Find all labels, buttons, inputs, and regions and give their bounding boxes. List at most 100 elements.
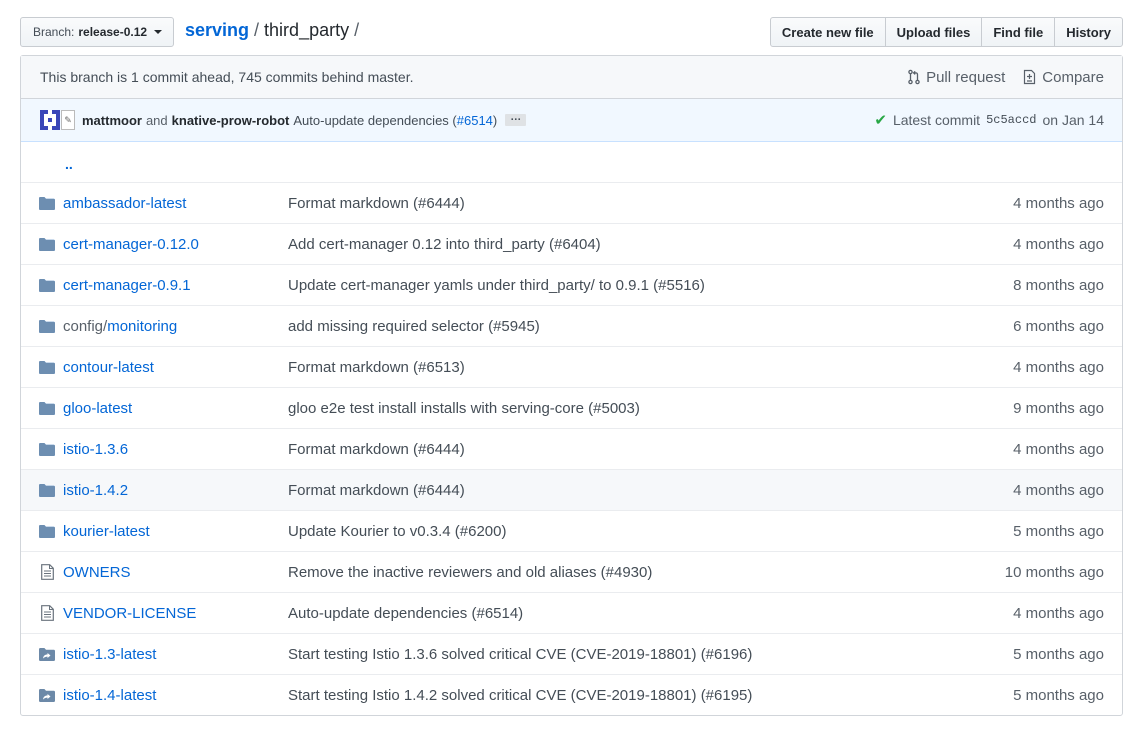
latest-commit-bar: ✎ mattmoor and knative-prow-robot Auto-u… — [21, 99, 1122, 142]
breadcrumb-repo-link[interactable]: serving — [185, 20, 249, 40]
file-commit-message-link[interactable]: Remove the inactive reviewers and old al… — [288, 564, 1005, 581]
file-name-link[interactable]: kourier-latest — [63, 523, 288, 540]
file-icon — [39, 564, 55, 580]
file-row[interactable]: cert-manager-0.9.1 Update cert-manager ya… — [21, 264, 1122, 305]
symlink-icon — [39, 688, 55, 702]
commit-avatars: ✎ — [40, 110, 75, 130]
folder-icon — [39, 483, 55, 497]
file-name-link[interactable]: istio-1.4-latest — [63, 687, 288, 704]
file-commit-message-link[interactable]: Update cert-manager yamls under third_pa… — [288, 277, 1013, 294]
file-name-text: OWNERS — [63, 563, 131, 581]
file-name-text: cert-manager-0.12.0 — [63, 235, 199, 253]
file-commit-age: 5 months ago — [1013, 522, 1104, 540]
compare-link[interactable]: Compare — [1023, 69, 1104, 86]
expand-commit-message-button[interactable]: … — [505, 112, 527, 126]
branch-prefix: Branch: — [33, 25, 75, 39]
file-row[interactable]: istio-1.4.2 Format markdown (#6444) 4 mont… — [21, 469, 1122, 510]
breadcrumb-separator: / — [254, 20, 260, 40]
commit-sha-link[interactable]: 5c5accd — [986, 113, 1036, 127]
file-commit-message-link[interactable]: Auto-update dependencies (#6514) — [288, 605, 1013, 622]
pull-request-link[interactable]: Pull request — [907, 69, 1005, 86]
file-listing-panel: This branch is 1 commit ahead, 745 commi… — [20, 55, 1123, 716]
file-commit-message-link[interactable]: Format markdown (#6444) — [288, 441, 1013, 458]
branch-name: release-0.12 — [78, 25, 148, 39]
file-name-link[interactable]: contour-latest — [63, 359, 288, 376]
file-row[interactable]: istio-1.4-latest Start testing Istio 1.4.… — [21, 674, 1122, 715]
check-icon: ✔ — [874, 112, 887, 129]
file-commit-message-link[interactable]: Start testing Istio 1.4.2 solved critica… — [288, 687, 1013, 704]
caret-down-icon — [154, 30, 163, 34]
file-row[interactable]: istio-1.3.6 Format markdown (#6444) 4 mont… — [21, 428, 1122, 469]
file-commit-age: 9 months ago — [1013, 399, 1104, 417]
file-list: ambassador-latest Format markdown (#6444)… — [21, 182, 1122, 715]
file-name-link[interactable]: istio-1.3.6 — [63, 441, 288, 458]
file-commit-age: 4 months ago — [1013, 235, 1104, 253]
file-name-text: istio-1.3.6 — [63, 440, 129, 458]
file-name-link[interactable]: istio-1.3-latest — [63, 646, 288, 663]
breadcrumb-separator: / — [354, 20, 360, 40]
file-name-link[interactable]: ambassador-latest — [63, 195, 288, 212]
breadcrumb: serving / third_party / — [185, 20, 364, 41]
file-row[interactable]: VENDOR-LICENSE Auto-update dependencies (… — [21, 592, 1122, 633]
file-commit-age: 5 months ago — [1013, 686, 1104, 704]
file-name-text: kourier-latest — [63, 522, 150, 540]
file-commit-age: 4 months ago — [1013, 604, 1104, 622]
avatar[interactable]: ✎ — [61, 110, 75, 130]
file-name-text: monitoring — [107, 317, 178, 335]
parent-directory-link[interactable]: .. — [65, 156, 73, 172]
symlink-icon — [39, 647, 55, 661]
file-name-link[interactable]: cert-manager-0.9.1 — [63, 277, 288, 294]
file-row[interactable]: cert-manager-0.12.0 Add cert-manager 0.12… — [21, 223, 1122, 264]
file-row[interactable]: OWNERS Remove the inactive reviewers and … — [21, 551, 1122, 592]
file-name-link[interactable]: istio-1.4.2 — [63, 482, 288, 499]
history-button[interactable]: History — [1054, 17, 1123, 47]
file-name-text: gloo-latest — [63, 399, 133, 417]
file-commit-age: 4 months ago — [1013, 481, 1104, 499]
file-commit-age: 4 months ago — [1013, 440, 1104, 458]
file-name-link[interactable]: VENDOR-LICENSE — [63, 605, 288, 622]
file-commit-message-link[interactable]: Format markdown (#6513) — [288, 359, 1013, 376]
file-row[interactable]: config/monitoring add missing required se… — [21, 305, 1122, 346]
file-row[interactable]: kourier-latest Update Kourier to v0.3.4 (… — [21, 510, 1122, 551]
file-row[interactable]: gloo-latest gloo e2e test install install… — [21, 387, 1122, 428]
commit-committer-link[interactable]: knative-prow-robot — [172, 113, 290, 128]
breadcrumb-current-dir: third_party — [264, 20, 350, 40]
file-commit-message-link[interactable]: gloo e2e test install installs with serv… — [288, 400, 1013, 417]
commit-author-joiner: and — [145, 112, 168, 128]
branch-status-text: This branch is 1 commit ahead, 745 commi… — [40, 69, 414, 85]
file-name-text: ambassador-latest — [63, 194, 187, 212]
create-new-file-button[interactable]: Create new file — [769, 17, 886, 47]
parent-directory-row[interactable]: .. — [21, 142, 1122, 182]
file-commit-message-link[interactable]: Format markdown (#6444) — [288, 195, 1013, 212]
file-name-link[interactable]: cert-manager-0.12.0 — [63, 236, 288, 253]
latest-commit-info: ✔ Latest commit 5c5accd on Jan 14 — [874, 111, 1104, 129]
repo-toolbar: Branch: release-0.12 serving / third_party… — [20, 17, 1123, 47]
file-commit-message-link[interactable]: Add cert-manager 0.12 into third_party (… — [288, 236, 1013, 253]
file-name-link[interactable]: config/monitoring — [63, 318, 288, 335]
folder-icon — [39, 237, 55, 251]
commit-pr-link[interactable]: #6514 — [457, 113, 493, 128]
file-navigation: Create new file Upload files Find file H… — [769, 17, 1123, 47]
find-file-button[interactable]: Find file — [981, 17, 1056, 47]
file-commit-message-link[interactable]: Format markdown (#6444) — [288, 482, 1013, 499]
file-row[interactable]: ambassador-latest Format markdown (#6444)… — [21, 182, 1122, 223]
file-name-link[interactable]: gloo-latest — [63, 400, 288, 417]
file-row[interactable]: contour-latest Format markdown (#6513) 4 m… — [21, 346, 1122, 387]
file-commit-age: 4 months ago — [1013, 358, 1104, 376]
file-name-link[interactable]: OWNERS — [63, 564, 288, 581]
file-commit-message-link[interactable]: Update Kourier to v0.3.4 (#6200) — [288, 523, 1013, 540]
latest-commit-label: Latest commit — [892, 112, 981, 128]
file-row[interactable]: istio-1.3-latest Start testing Istio 1.3.… — [21, 633, 1122, 674]
file-name-text: cert-manager-0.9.1 — [63, 276, 191, 294]
folder-icon — [39, 442, 55, 456]
file-commit-age: 5 months ago — [1013, 645, 1104, 663]
file-commit-message-link[interactable]: add missing required selector (#5945) — [288, 318, 1013, 335]
commit-date: on Jan 14 — [1042, 112, 1105, 128]
upload-files-button[interactable]: Upload files — [884, 17, 983, 47]
file-commit-message-link[interactable]: Start testing Istio 1.3.6 solved critica… — [288, 646, 1013, 663]
file-name-text: VENDOR-LICENSE — [63, 604, 197, 622]
commit-author-link[interactable]: mattmoor — [82, 113, 142, 128]
avatar[interactable] — [40, 110, 60, 130]
commit-message[interactable]: Auto-update dependencies (#6514) — [293, 113, 497, 128]
branch-selector-button[interactable]: Branch: release-0.12 — [20, 17, 175, 47]
